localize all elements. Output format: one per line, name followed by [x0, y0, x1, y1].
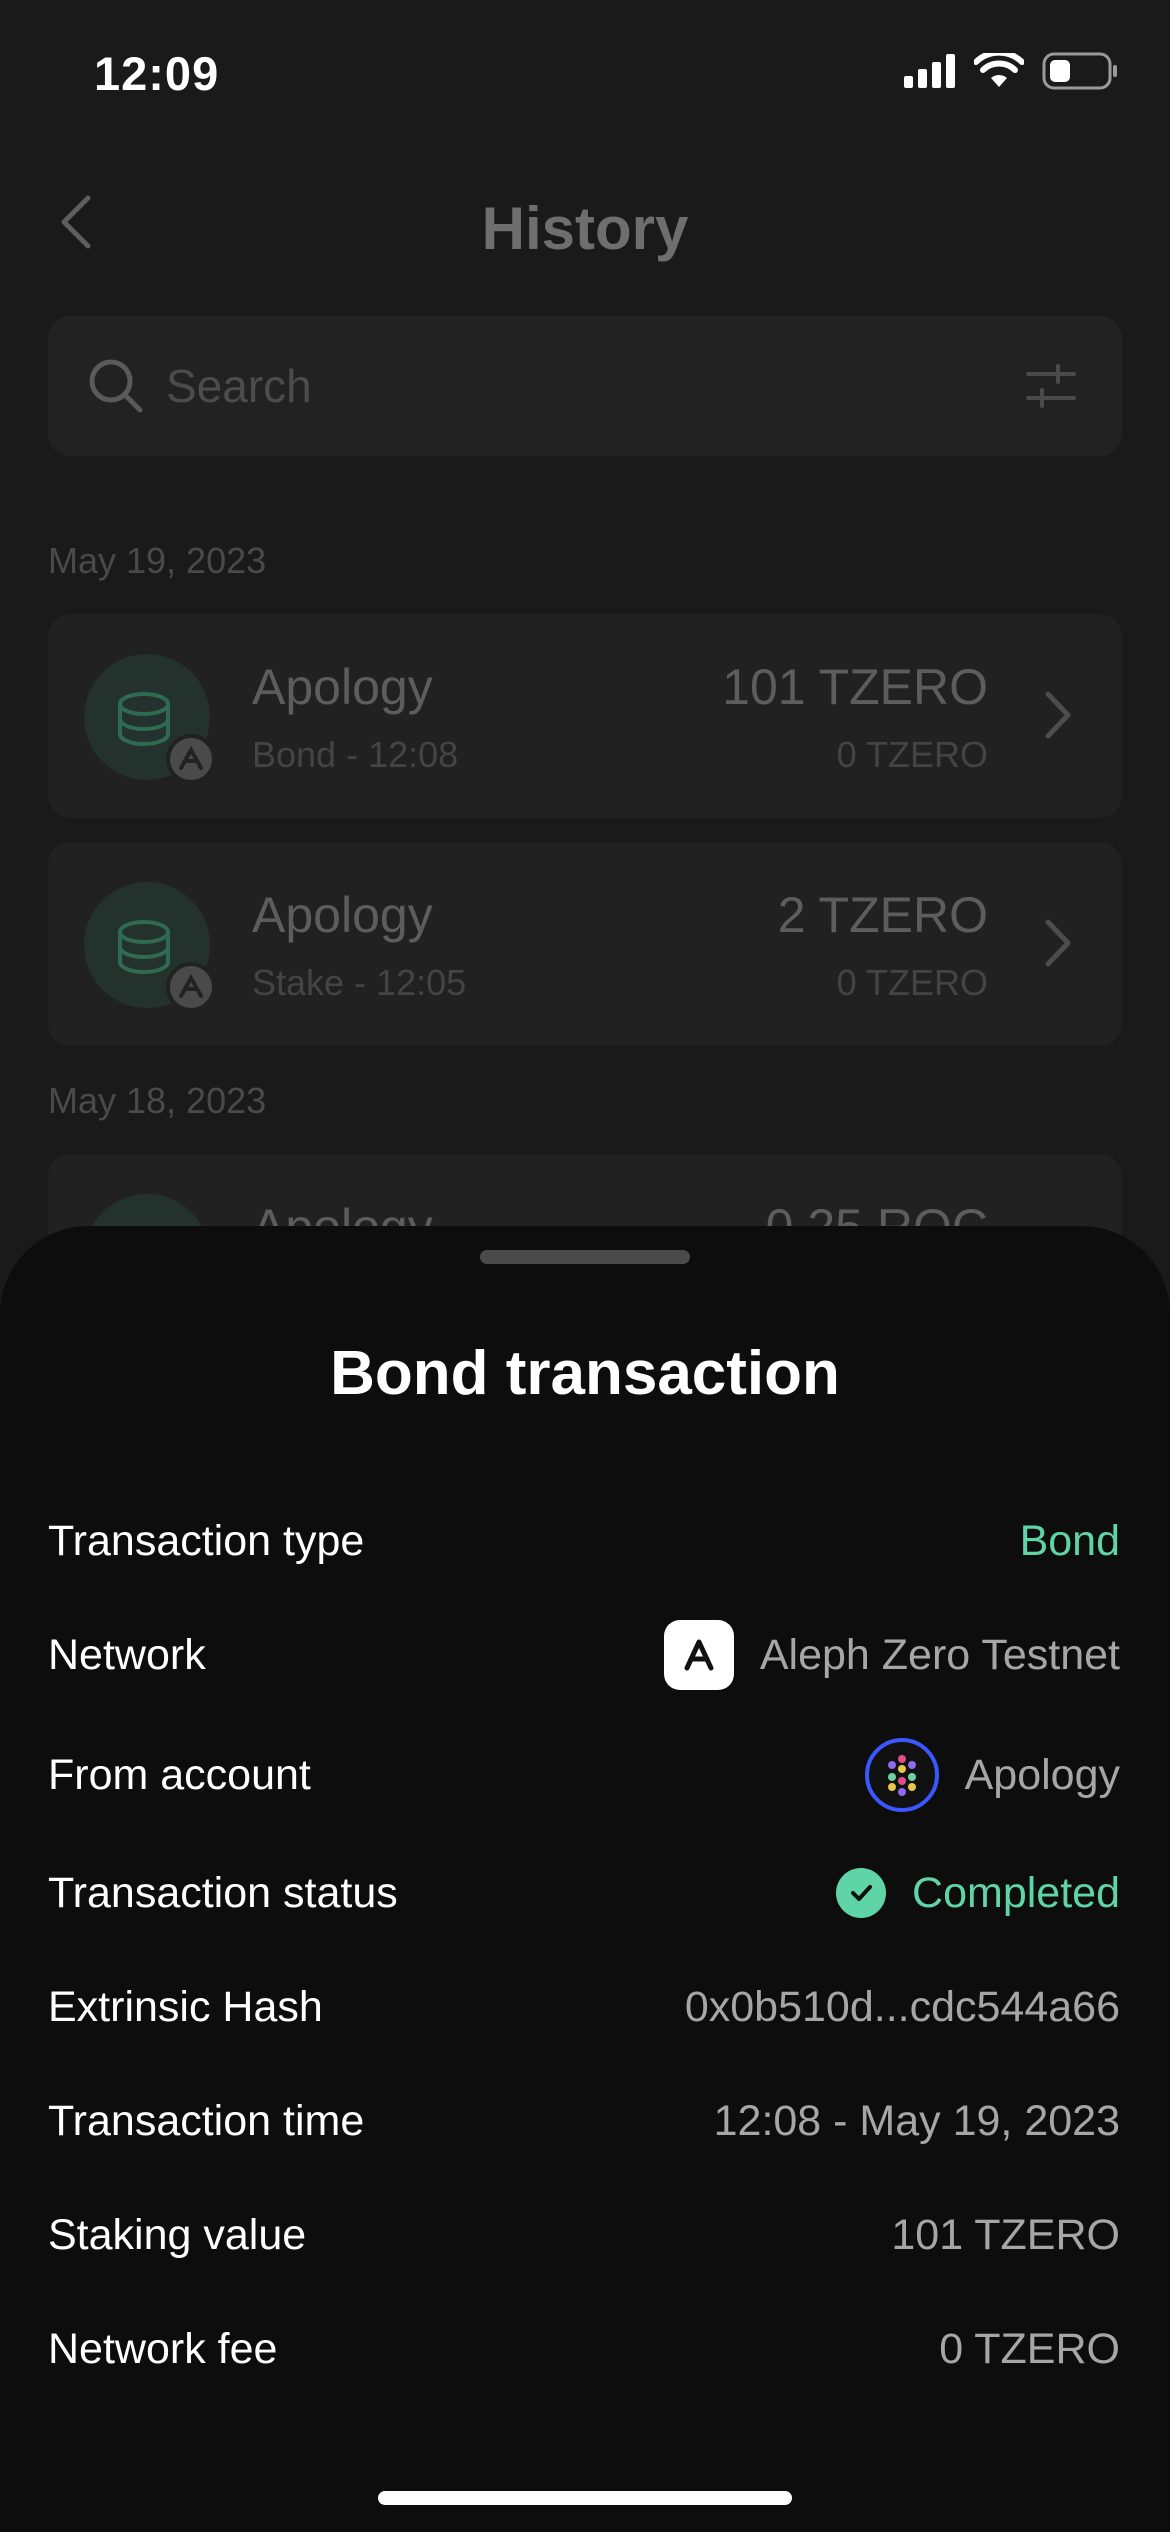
- detail-row-extrinsic-hash: Extrinsic Hash 0x0b510d...cdc544a66: [48, 1972, 1120, 2042]
- aleph-zero-badge-icon: [166, 734, 216, 784]
- date-group-label: May 19, 2023: [48, 540, 267, 581]
- aleph-zero-badge-icon: [166, 962, 216, 1012]
- status-text: Completed: [912, 1868, 1120, 1917]
- detail-row-transaction-status: Transaction status Completed: [48, 1858, 1120, 1928]
- filter-sliders-icon[interactable]: [1026, 362, 1076, 410]
- detail-value: Bond: [1019, 1516, 1120, 1565]
- transaction-fee: 0 TZERO: [836, 962, 988, 1003]
- account-identicon-icon: [864, 1738, 939, 1812]
- search-icon: [89, 359, 143, 413]
- history-screen: 12:09 History Search May 19, 2023 Apolog…: [0, 0, 1170, 2532]
- detail-row-network: Network Aleph Zero Testnet: [48, 1620, 1120, 1690]
- detail-label: Transaction type: [48, 1516, 365, 1565]
- detail-label: Transaction status: [48, 1868, 398, 1917]
- detail-row-transaction-type: Transaction type Bond: [48, 1506, 1120, 1576]
- detail-value-network: Aleph Zero Testnet: [663, 1620, 1120, 1690]
- sheet-grabber[interactable]: [480, 1250, 690, 1264]
- detail-label: Transaction time: [48, 2096, 365, 2145]
- status-time: 12:09: [94, 47, 220, 100]
- detail-row-staking-value: Staking value 101 TZERO: [48, 2200, 1120, 2270]
- detail-label: Network: [48, 1630, 206, 1679]
- sheet-title: Bond transaction: [330, 1339, 840, 1408]
- detail-row-network-fee: Network fee 0 TZERO: [48, 2314, 1120, 2384]
- detail-row-from-account: From account Apology: [48, 1738, 1120, 1812]
- detail-label: From account: [48, 1750, 311, 1799]
- transaction-fee: 0 TZERO: [836, 734, 988, 775]
- detail-row-transaction-time: Transaction time 12:08 - May 19, 2023: [48, 2086, 1120, 2156]
- chevron-right-icon: [1045, 919, 1071, 967]
- battery-icon: [1042, 52, 1117, 90]
- aleph-zero-logo-icon: [663, 1620, 734, 1690]
- wifi-icon: [974, 53, 1024, 87]
- transaction-item[interactable]: Apology Stake - 12:05 2 TZERO 0 TZERO: [48, 842, 1122, 1046]
- detail-label: Staking value: [48, 2210, 307, 2259]
- detail-label: Extrinsic Hash: [48, 1982, 323, 2031]
- detail-label: Network fee: [48, 2324, 278, 2373]
- detail-value-account: Apology: [864, 1738, 1120, 1812]
- transaction-amount: 2 TZERO: [777, 887, 988, 943]
- transaction-account: Apology: [252, 887, 433, 943]
- account-name: Apology: [964, 1750, 1120, 1799]
- nav-header: History: [0, 170, 1170, 290]
- transaction-subtitle: Bond - 12:08: [252, 734, 459, 775]
- transaction-detail-sheet: Bond transaction Transaction type Bond N…: [0, 1226, 1170, 2532]
- extrinsic-hash-link[interactable]: 0x0b510d...cdc544a66: [685, 1983, 1120, 2032]
- page-title: History: [481, 195, 689, 262]
- detail-value: 101 TZERO: [891, 2210, 1120, 2259]
- detail-value: 0 TZERO: [939, 2324, 1120, 2373]
- stake-token-icon: [84, 654, 216, 784]
- check-circle-icon: [836, 1868, 887, 1918]
- detail-value-status: Completed: [836, 1868, 1120, 1918]
- transaction-amount: 101 TZERO: [722, 659, 988, 715]
- transaction-item[interactable]: Apology Bond - 12:08 101 TZERO 0 TZERO: [48, 614, 1122, 818]
- detail-value: 12:08 - May 19, 2023: [713, 2096, 1120, 2145]
- transaction-account: Apology: [252, 659, 433, 715]
- search-bar[interactable]: [48, 316, 1122, 456]
- date-group-label: May 18, 2023: [48, 1080, 267, 1121]
- status-bar: 12:09: [0, 0, 1170, 150]
- status-icons: [904, 52, 1118, 90]
- home-indicator[interactable]: [378, 2491, 792, 2505]
- search-input[interactable]: [166, 354, 966, 418]
- stake-token-icon: [84, 882, 216, 1012]
- transaction-subtitle: Stake - 12:05: [252, 962, 467, 1003]
- network-name: Aleph Zero Testnet: [759, 1630, 1120, 1679]
- chevron-right-icon: [1045, 691, 1071, 739]
- signal-icon: [904, 54, 955, 88]
